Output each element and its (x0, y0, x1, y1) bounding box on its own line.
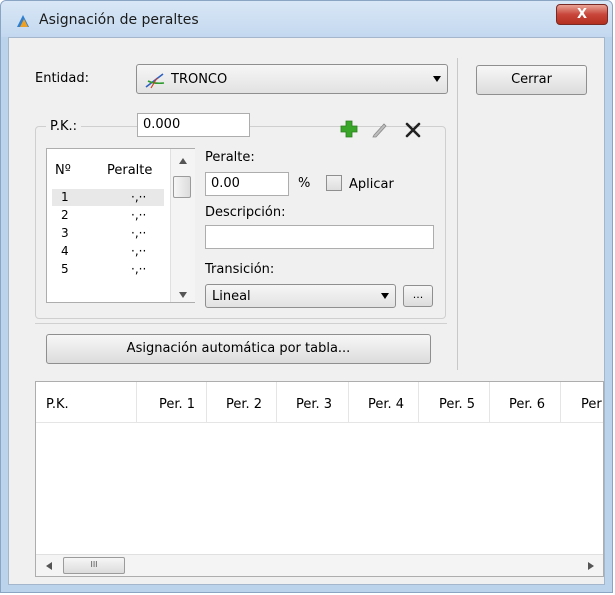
list-item-value: ·,·· (131, 208, 147, 222)
chevron-down-icon (433, 76, 441, 82)
table-header-cell[interactable]: Per. 3 (296, 397, 332, 412)
apply-checkbox[interactable] (326, 175, 342, 191)
grip-icon: III (90, 560, 98, 569)
table-hscrollbar[interactable]: III (36, 554, 603, 576)
entity-value: TRONCO (171, 72, 228, 87)
description-label: Descripción: (205, 205, 286, 220)
table-header-cell[interactable]: Per. 2 (226, 397, 262, 412)
description-field[interactable] (205, 225, 434, 249)
table-header-cell[interactable]: P.K. (46, 397, 69, 412)
horizontal-separator (35, 323, 447, 324)
list-item-number: 3 (61, 226, 69, 240)
list-header-peralte[interactable]: Peralte (107, 163, 152, 178)
scroll-up-icon[interactable] (179, 158, 187, 164)
scroll-right-icon[interactable] (588, 562, 594, 570)
apply-label: Aplicar (349, 177, 394, 192)
title-bar[interactable]: Asignación de peraltes X (1, 1, 612, 37)
close-button[interactable]: Cerrar (476, 65, 587, 95)
entity-label: Entidad: (35, 71, 90, 86)
list-item-number: 1 (61, 190, 69, 204)
table-header: P.K. Per. 1 Per. 2 Per. 3 Per. 4 Per. 5 … (36, 382, 603, 423)
peralte-table[interactable]: P.K. Per. 1 Per. 2 Per. 3 Per. 4 Per. 5 … (35, 381, 604, 577)
road-axis-icon (145, 73, 165, 89)
list-item-number: 4 (61, 244, 69, 258)
transition-combo[interactable]: Lineal (205, 284, 396, 308)
list-item-value: ·,·· (131, 262, 147, 276)
hscroll-thumb[interactable]: III (63, 557, 125, 574)
plus-icon[interactable] (340, 120, 358, 138)
list-item[interactable]: 4 ·,·· (47, 243, 169, 260)
peralte-list[interactable]: Nº Peralte 1 ·,·· 2 ·,·· 3 ·,·· 4 ·,·· 5… (46, 148, 195, 303)
column-divider (560, 382, 561, 422)
scroll-left-icon[interactable] (46, 562, 52, 570)
list-header-number[interactable]: Nº (55, 163, 71, 178)
list-vscrollbar[interactable] (170, 149, 195, 302)
column-divider (348, 382, 349, 422)
auto-assign-button[interactable]: Asignación automática por tabla... (46, 334, 431, 364)
pencil-icon[interactable] (371, 121, 388, 138)
table-header-cell[interactable]: Per. 5 (439, 397, 475, 412)
column-divider (489, 382, 490, 422)
list-item[interactable]: 2 ·,·· (47, 207, 169, 224)
transition-label: Transición: (205, 262, 275, 277)
close-icon: X (576, 7, 588, 22)
table-header-cell[interactable]: Per. 1 (159, 397, 195, 412)
list-item[interactable]: 3 ·,·· (47, 225, 169, 242)
pk-field[interactable]: 0.000 (137, 113, 250, 137)
table-header-cell[interactable]: Per. 6 (509, 397, 545, 412)
transition-value: Lineal (212, 289, 251, 304)
list-item-value: ·,·· (131, 226, 147, 240)
list-item[interactable]: 1 ·,·· (47, 189, 169, 206)
scroll-down-icon[interactable] (179, 292, 187, 298)
app-icon (17, 15, 29, 27)
column-divider (136, 382, 137, 422)
column-divider (418, 382, 419, 422)
list-item-value: ·,·· (131, 190, 147, 204)
table-header-cell[interactable]: Per. 4 (368, 397, 404, 412)
list-item[interactable]: 5 ·,·· (47, 261, 169, 278)
column-divider (206, 382, 207, 422)
peralte-unit: % (298, 176, 311, 191)
chevron-down-icon (381, 293, 389, 299)
column-divider (276, 382, 277, 422)
table-header-cell[interactable]: Per (581, 397, 602, 412)
pk-label: P.K.: (46, 119, 81, 134)
peralte-label: Peralte: (205, 150, 255, 165)
list-item-number: 2 (61, 208, 69, 222)
transition-more-button[interactable]: ... (403, 285, 433, 307)
peralte-field[interactable]: 0.00 (205, 172, 289, 196)
window-close-button[interactable]: X (556, 4, 608, 25)
window-title: Asignación de peraltes (39, 12, 199, 28)
scroll-thumb[interactable] (173, 176, 191, 198)
list-item-number: 5 (61, 262, 69, 276)
x-icon[interactable] (405, 122, 421, 138)
vertical-separator (457, 58, 458, 370)
entity-combo[interactable]: TRONCO (136, 64, 448, 94)
list-item-value: ·,·· (131, 244, 147, 258)
